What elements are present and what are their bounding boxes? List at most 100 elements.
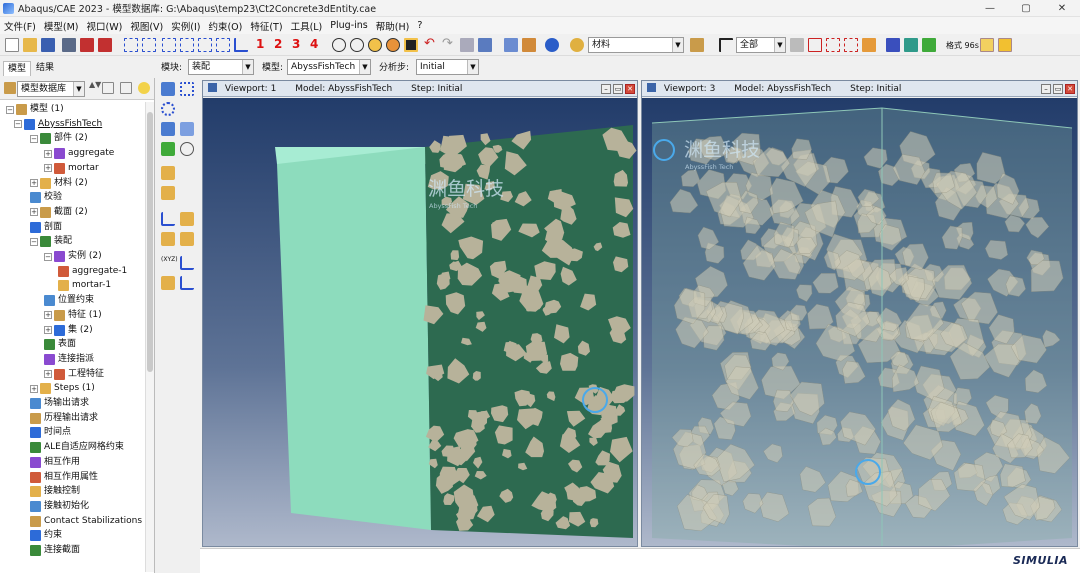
merge-cut-icon[interactable] <box>161 142 175 156</box>
expand-icon[interactable]: + <box>44 370 52 379</box>
rubber-band-icon[interactable] <box>826 38 840 52</box>
cube-green-icon[interactable] <box>922 38 936 52</box>
rotate-icon[interactable] <box>142 38 156 52</box>
viewport-1-restore-button[interactable]: ▭ <box>613 84 623 94</box>
position-constraint-icon[interactable] <box>161 166 175 180</box>
collapse-icon[interactable]: − <box>30 134 38 143</box>
expand-icon[interactable]: + <box>30 384 38 393</box>
viewport-3[interactable]: Viewport: 3 Model: AbyssFishTech Step: I… <box>641 80 1078 547</box>
viewport-3-titlebar[interactable]: Viewport: 3 Model: AbyssFishTech Step: I… <box>642 81 1077 97</box>
viewport-1-canvas[interactable]: 渊鱼科技 AbyssFish Tech <box>203 98 637 546</box>
view-3-button[interactable]: 3 <box>292 37 300 51</box>
new-file-icon[interactable] <box>5 38 19 52</box>
tree-node[interactable]: + 工程特征 <box>44 367 104 382</box>
datum-axis-icon[interactable] <box>180 212 194 226</box>
menu-help[interactable]: 帮助(H) <box>372 19 414 33</box>
tree-node[interactable]: + 特征 (1) <box>44 308 102 323</box>
tree-node[interactable]: − 部件 (2) <box>30 131 88 146</box>
box-zoom-icon[interactable] <box>180 38 194 52</box>
datum-csys-icon[interactable] <box>180 232 194 246</box>
tree-node[interactable]: 相互作用属性 <box>30 470 98 485</box>
csys-triad-icon[interactable] <box>180 276 194 290</box>
material-combo[interactable]: 材料 ▼ <box>588 37 684 53</box>
tree-arrows-icon[interactable]: ▲▼ <box>89 81 101 94</box>
viewport-1-close-button[interactable]: ✕ <box>625 84 635 94</box>
tree-node[interactable]: 表面 <box>44 337 76 352</box>
viewport-3-canvas[interactable]: 渊鱼科技 AbyssFish Tech <box>642 98 1077 546</box>
viewport-1-titlebar[interactable]: Viewport: 1 Model: AbyssFishTech Step: I… <box>203 81 637 97</box>
cube-teal-icon[interactable] <box>904 38 918 52</box>
query-icon[interactable] <box>404 38 418 52</box>
radial-pattern-icon[interactable] <box>161 102 175 116</box>
color-mapping-icon[interactable] <box>690 38 704 52</box>
expand-icon[interactable]: + <box>44 164 52 173</box>
linear-pattern-icon[interactable] <box>180 82 194 96</box>
palette-icon[interactable] <box>570 38 584 52</box>
reference-point-icon[interactable] <box>161 276 175 290</box>
viewport-1-minimize-button[interactable]: – <box>601 84 611 94</box>
model-combo[interactable]: AbyssFishTech ▼ <box>287 59 371 75</box>
tree-node[interactable]: + 截面 (2) <box>30 205 88 220</box>
tree-node[interactable]: Contact Stabilizations <box>30 514 142 529</box>
view-4-button[interactable]: 4 <box>310 37 318 51</box>
tree-highlight-icon[interactable] <box>138 82 150 94</box>
auto-fit-icon[interactable] <box>198 38 212 52</box>
rotate-instance-icon[interactable] <box>180 122 194 136</box>
expand-icon[interactable]: + <box>44 149 52 158</box>
tree-node[interactable]: 接触初始化 <box>30 499 89 514</box>
tree-node[interactable]: + aggregate <box>44 146 114 161</box>
viewport-1[interactable]: Viewport: 1 Model: AbyssFishTech Step: I… <box>202 80 638 547</box>
menu-model[interactable]: 模型(M) <box>40 19 83 33</box>
tree-filter-icon[interactable] <box>120 82 132 94</box>
tile-viewports-icon[interactable] <box>504 38 518 52</box>
translate-icon[interactable] <box>161 122 175 136</box>
save-icon[interactable] <box>41 38 55 52</box>
import-icon[interactable] <box>80 38 94 52</box>
view-2-button[interactable]: 2 <box>274 37 282 51</box>
export-icon[interactable] <box>98 38 112 52</box>
redo-icon[interactable]: ↷ <box>442 36 456 51</box>
maximize-button[interactable]: ▢ <box>1008 0 1044 17</box>
cycle-view-icon[interactable] <box>216 38 230 52</box>
viewport-3-restore-button[interactable]: ▭ <box>1053 84 1063 94</box>
collapse-icon[interactable]: − <box>30 237 38 246</box>
wireframe-icon[interactable] <box>350 38 364 52</box>
menu-file[interactable]: 文件(F) <box>0 19 40 33</box>
tab-results[interactable]: 结果 <box>32 61 58 76</box>
tree-node[interactable]: 位置约束 <box>44 293 94 308</box>
create-instance-icon[interactable] <box>161 82 175 96</box>
menu-feature[interactable]: 特征(T) <box>246 19 286 33</box>
cube-solid-icon[interactable] <box>998 38 1012 52</box>
menu-constraint[interactable]: 约束(O) <box>204 19 246 33</box>
tree-node[interactable]: + Steps (1) <box>30 381 95 396</box>
tree-node[interactable]: 相互作用 <box>30 455 80 470</box>
collapse-icon[interactable]: − <box>14 120 22 129</box>
tree-node[interactable]: 历程输出请求 <box>30 411 98 426</box>
tree-scroll-thumb[interactable] <box>147 112 153 372</box>
axis-csys-icon[interactable] <box>180 256 194 270</box>
viewport-3-minimize-button[interactable]: – <box>1041 84 1051 94</box>
info-icon[interactable] <box>545 38 559 52</box>
tree-node[interactable]: aggregate-1 <box>58 264 127 279</box>
menu-tools[interactable]: 工具(L) <box>287 19 327 33</box>
edit-constraint-icon[interactable] <box>161 186 175 200</box>
tree-filter-combo[interactable]: 模型数据库 ▼ <box>17 81 85 97</box>
expand-icon[interactable]: + <box>30 179 38 187</box>
context-help-icon[interactable]: ? <box>413 20 426 31</box>
tree-view-icon[interactable] <box>102 82 114 94</box>
tree-scrollbar[interactable] <box>145 102 154 572</box>
minimize-button[interactable]: — <box>972 0 1008 17</box>
cube-outline-icon[interactable] <box>980 38 994 52</box>
expand-icon[interactable]: + <box>44 311 52 320</box>
zoom-icon[interactable] <box>162 38 176 52</box>
grid-view-icon[interactable] <box>478 38 492 52</box>
step-combo[interactable]: Initial ▼ <box>416 59 479 75</box>
tree-node[interactable]: − 模型 (1) <box>6 102 64 117</box>
tree-node[interactable]: 连接指派 <box>44 352 94 367</box>
xyz-coordinate-icon[interactable]: (XYZ) <box>161 256 178 270</box>
cascade-viewports-icon[interactable] <box>522 38 536 52</box>
open-folder-icon[interactable] <box>23 38 37 52</box>
close-button[interactable]: ✕ <box>1044 0 1080 17</box>
pan-icon[interactable] <box>124 38 138 52</box>
sketch-icon[interactable] <box>460 38 474 52</box>
